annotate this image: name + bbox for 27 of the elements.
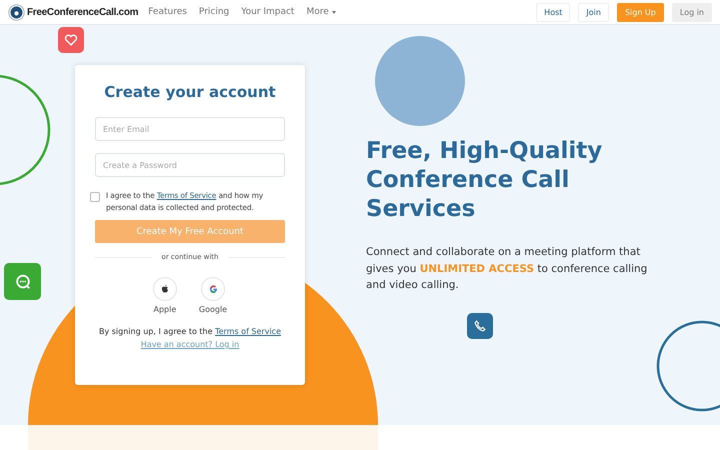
- header-button[interactable]: Log in: [672, 2, 712, 22]
- password-field[interactable]: Create a Password: [95, 153, 285, 177]
- logo-icon: [8, 4, 25, 20]
- google-button[interactable]: [201, 277, 225, 301]
- terms-link[interactable]: Terms of Service: [215, 327, 281, 336]
- nav-dropdown[interactable]: More: [306, 7, 336, 17]
- header-button[interactable]: Join: [578, 2, 609, 22]
- email-field[interactable]: Enter Email: [95, 117, 285, 141]
- chat-icon[interactable]: [4, 263, 41, 300]
- hero-headline: Free, High-Quality Conference Call Services: [366, 137, 604, 224]
- header-button[interactable]: Host: [536, 2, 570, 22]
- nav-link[interactable]: Pricing: [198, 7, 230, 17]
- nav-link[interactable]: Your Impact: [241, 7, 294, 17]
- form-title: Create your account: [104, 83, 276, 101]
- nav-link[interactable]: Features: [148, 7, 187, 17]
- checkbox[interactable]: [90, 192, 100, 202]
- google-icon: [208, 284, 218, 294]
- terms-text: By signing up, I agree to the Terms of Service: [98, 327, 281, 336]
- apple-icon: [160, 284, 170, 294]
- logo-text[interactable]: FreeConferenceCall.com: [27, 6, 138, 18]
- login-link[interactable]: Have an account? Log in: [140, 340, 240, 349]
- apple-button[interactable]: [152, 277, 177, 301]
- provider-label: Apple: [154, 305, 176, 314]
- provider-label: Google: [198, 305, 228, 314]
- caret-icon: [332, 10, 336, 14]
- hero-text: Connect and collaborate on a meeting platform that gives you UNLIMITED ACCESS to conference calling and video calling.: [366, 245, 648, 293]
- phone-icon: [467, 313, 493, 339]
